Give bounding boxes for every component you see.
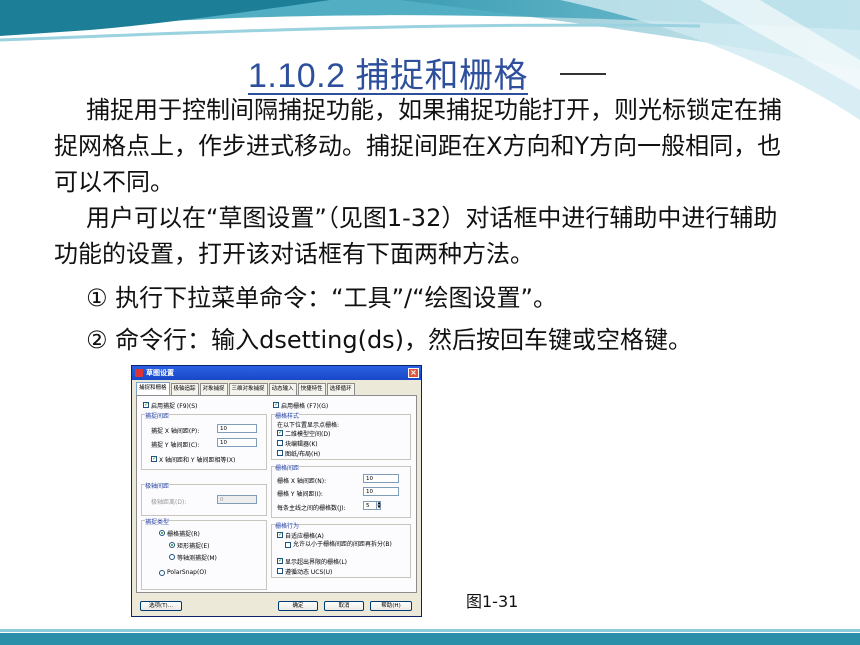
equal-spacing-checkbox[interactable]: ✓ [151,456,157,462]
snap-x-input[interactable]: 10 [217,424,257,433]
grid-style-hint: 在以下位置显示点栅格: [277,422,340,429]
grid-snap-label: 栅格捕捉(R) [167,531,200,538]
rect-snap-radio[interactable] [169,542,175,548]
grid-x-label: 栅格 X 轴间距(N): [277,478,327,485]
help-button[interactable]: 帮助(H) [370,601,412,611]
model-space-checkbox[interactable]: ✓ [277,430,283,436]
subdivide-label: 允许以小于栅格间距的间距再拆分(B) [293,541,392,548]
polar-distance-label: 极轴距离(D): [151,499,187,506]
options-button[interactable]: 选项(T)... [140,601,182,611]
grid-y-label: 栅格 Y 轴间距(I): [277,491,323,498]
cancel-button[interactable]: 取消 [324,601,364,611]
snap-y-input[interactable]: 10 [217,438,257,447]
iso-snap-label: 等轴测捕捉(M) [177,555,217,562]
follow-ucs-label: 遵循动态 UCS(U) [285,569,333,576]
subdivide-checkbox[interactable] [285,542,291,548]
adaptive-grid-label: 自适应栅格(A) [285,533,324,540]
paragraph-snap-intro: 捕捉用于控制间隔捕捉功能，如果捕捉功能打开，则光标锁定在捕捉网格点上，作步进式移… [54,96,782,196]
grid-on-checkbox[interactable]: ✓ [273,402,279,408]
block-editor-label: 块编辑器(K) [285,441,318,448]
tab-object-snap[interactable]: 对象捕捉 [199,383,228,395]
sheet-layout-checkbox[interactable] [277,450,283,456]
grid-spacing-label: 栅格间距 [275,463,300,472]
grid-on-label: 启用栅格 (F7)(G) [281,403,329,410]
adaptive-grid-checkbox[interactable]: ✓ [277,532,283,538]
tab-polar-tracking[interactable]: 极轴追踪 [170,383,199,395]
paragraph-method-command: ② 命令行：输入dsetting(ds)，然后按回车键或空格键。 [86,326,693,354]
dialog-titlebar: 草图设置 × [132,366,421,380]
snap-type-label: 捕捉类型 [145,517,170,526]
iso-snap-radio[interactable] [169,554,175,560]
model-space-label: 二维模型空间(D) [285,431,331,438]
follow-ucs-checkbox[interactable] [277,568,283,574]
snap-y-label: 捕捉 Y 轴间距(C): [151,442,200,449]
polar-distance-input[interactable]: 0 [217,495,257,504]
paragraph-method-menu: ① 执行下拉菜单命令：“工具”/“绘图设置”。 [86,284,557,312]
tab-dynamic-input[interactable]: 动态输入 [268,383,297,395]
title-divider [560,73,606,75]
grid-behavior-label: 栅格行为 [275,521,300,530]
equal-spacing-label: X 轴间距和 Y 轴间距相等(X) [159,457,236,464]
sheet-layout-label: 图纸/布局(H) [285,451,321,458]
grid-y-input[interactable]: 10 [363,487,399,496]
tab-selection-cycling[interactable]: 选择循环 [326,383,355,395]
snap-on-label: 启用捕捉 (F9)(S) [151,403,198,410]
drafting-settings-dialog: 草图设置 × 捕捉和栅格 极轴追踪 对象捕捉 三维对象捕捉 动态输入 快捷特性 … [131,365,422,617]
tab-snap-grid[interactable]: 捕捉和栅格 [136,382,170,395]
dialog-title: 草图设置 [146,369,174,377]
grid-snap-radio[interactable] [159,530,165,536]
snap-spacing-label: 捕捉间距 [145,411,170,420]
grid-x-input[interactable]: 10 [363,474,399,483]
major-line-label: 每条主线之间的栅格数(J): [277,505,346,512]
app-icon [135,369,143,377]
block-editor-checkbox[interactable] [277,440,283,446]
paragraph-dialog-intro: 用户可以在“草图设置”（见图1-32）对话框中进行辅助中进行辅助功能的设置，打开… [54,204,778,268]
dialog-tabs: 捕捉和栅格 极轴追踪 对象捕捉 三维对象捕捉 动态输入 快捷特性 选择循环 [136,382,356,395]
snap-on-checkbox[interactable]: ✓ [143,402,149,408]
close-icon[interactable]: × [408,368,419,378]
beyond-limits-label: 显示超出界限的栅格(L) [285,559,348,566]
polar-spacing-label: 极轴间距 [145,481,170,490]
snap-x-label: 捕捉 X 轴间距(P): [151,428,200,435]
rect-snap-label: 矩形捕捉(E) [177,543,210,550]
tab-3d-object-snap[interactable]: 三维对象捕捉 [228,383,268,395]
polar-snap-radio[interactable] [159,570,165,576]
beyond-limits-checkbox[interactable]: ✓ [277,558,283,564]
polar-snap-label: PolarSnap(O) [167,569,207,576]
page-title: 1.10.2 捕捉和栅格 [248,57,528,95]
major-line-spinner[interactable]: ▲ ▼ [376,501,381,510]
snap-grid-panel: ✓ 启用捕捉 (F9)(S) 捕捉间距 捕捉 X 轴间距(P): 10 捕捉 Y… [136,395,417,593]
figure-caption: 图1-31 [466,592,519,611]
grid-style-label: 栅格样式 [275,411,300,420]
tab-quick-properties[interactable]: 快捷特性 [297,383,326,395]
ok-button[interactable]: 确定 [278,601,318,611]
